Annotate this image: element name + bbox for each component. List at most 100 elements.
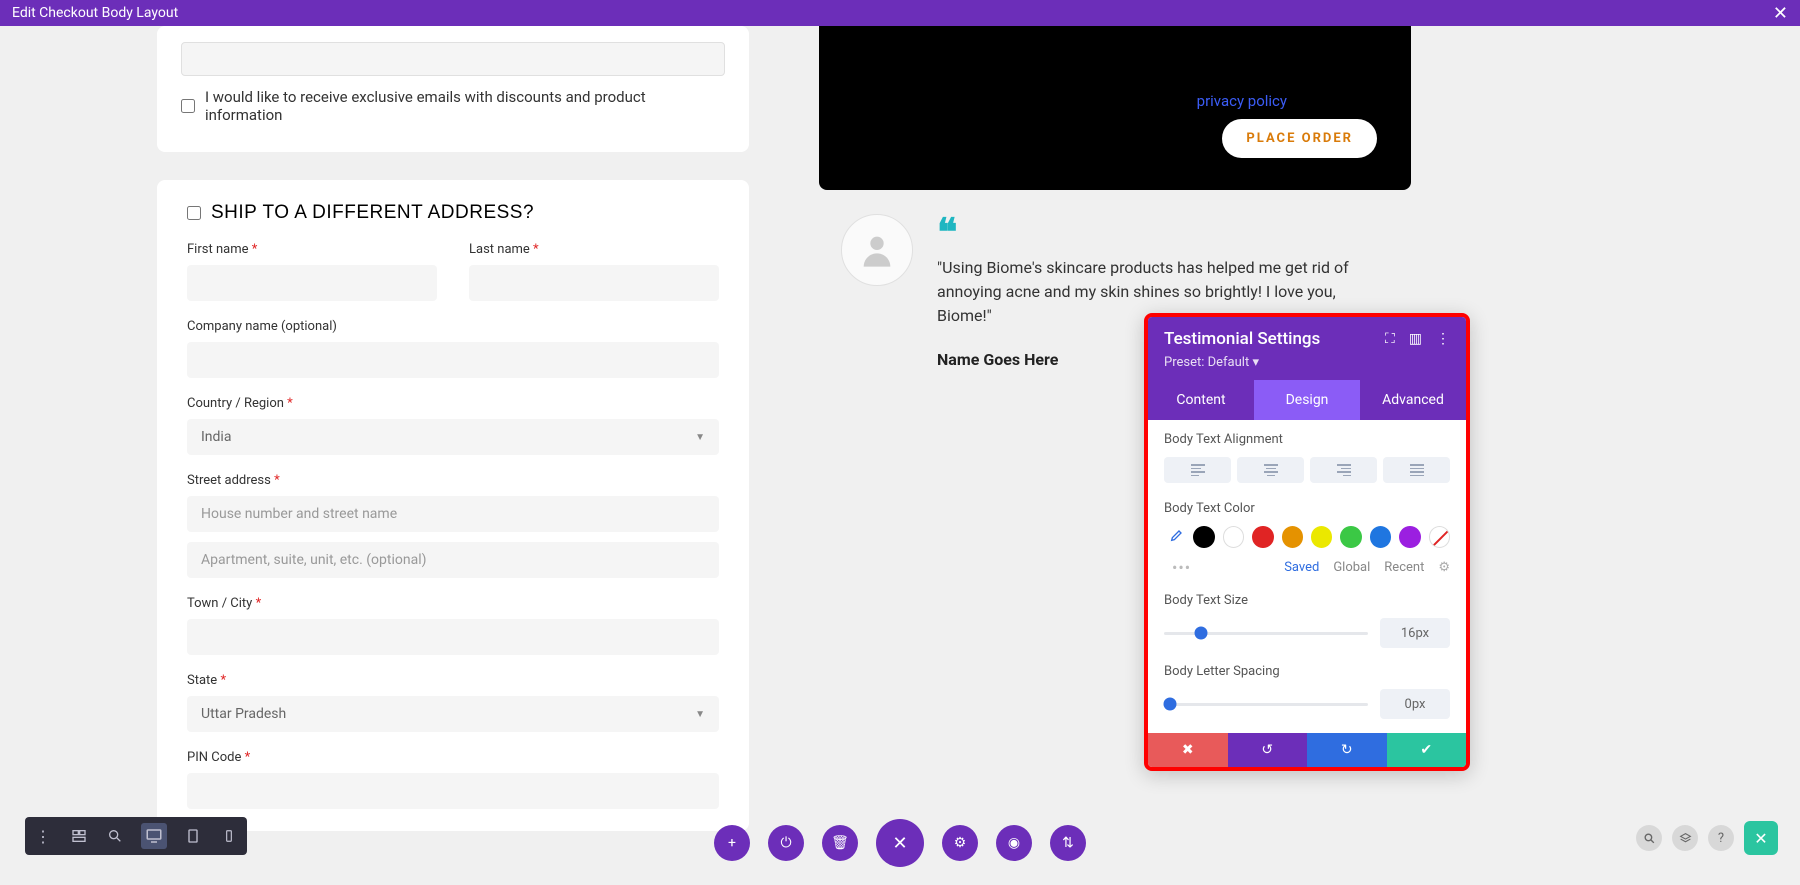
color-swatch-red[interactable] xyxy=(1252,526,1273,548)
layers-icon[interactable] xyxy=(1672,825,1698,851)
pin-label: PIN Code * xyxy=(187,750,719,765)
order-summary-box: privacy policy PLACE ORDER xyxy=(819,26,1411,190)
tab-advanced[interactable]: Advanced xyxy=(1360,380,1466,420)
country-label: Country / Region * xyxy=(187,396,719,411)
chevron-down-icon: ▼ xyxy=(695,432,705,443)
ship-different-checkbox[interactable] xyxy=(187,206,201,220)
tab-content[interactable]: Content xyxy=(1148,380,1254,420)
text-size-slider[interactable] xyxy=(1164,632,1368,635)
text-size-value[interactable]: 16px xyxy=(1380,618,1450,648)
opt-in-checkbox[interactable] xyxy=(181,99,195,113)
chevron-down-icon: ▼ xyxy=(695,709,705,720)
undo-button[interactable]: ↺ xyxy=(1228,733,1308,767)
street-input-1[interactable] xyxy=(187,496,719,532)
letter-spacing-slider[interactable] xyxy=(1164,703,1368,706)
color-tab-recent[interactable]: Recent xyxy=(1384,560,1424,575)
quote-icon: ❝ xyxy=(937,214,1389,252)
size-label: Body Text Size xyxy=(1164,593,1450,608)
country-value: India xyxy=(201,429,231,445)
kebab-icon[interactable]: ⋮ xyxy=(1436,331,1450,347)
add-button[interactable]: + xyxy=(714,825,750,861)
opt-in-row[interactable]: I would like to receive exclusive emails… xyxy=(181,88,725,124)
color-swatch-white[interactable] xyxy=(1223,526,1244,548)
redo-button[interactable]: ↻ xyxy=(1307,733,1387,767)
ship-heading-row[interactable]: Ship to a different address? xyxy=(187,202,719,224)
person-icon xyxy=(857,230,897,270)
eyedropper-icon[interactable] xyxy=(1164,526,1185,548)
color-tab-saved[interactable]: Saved xyxy=(1284,560,1319,575)
color-swatch-none[interactable] xyxy=(1429,526,1450,548)
letter-spacing-value[interactable]: 0px xyxy=(1380,689,1450,719)
town-label: Town / City * xyxy=(187,596,719,611)
help-icon[interactable]: ? xyxy=(1708,825,1734,851)
color-label: Body Text Color xyxy=(1164,501,1450,516)
checkout-left-column: I would like to receive exclusive emails… xyxy=(157,26,749,859)
action-toolbar: + ⏻ 🗑 ✕ ⚙ ◉ ⇅ xyxy=(714,819,1086,867)
save-button[interactable]: ✔ xyxy=(1387,733,1467,767)
gear-button[interactable]: ⚙ xyxy=(942,825,978,861)
town-input[interactable] xyxy=(187,619,719,655)
alignment-label: Body Text Alignment xyxy=(1164,432,1450,447)
canvas: I would like to receive exclusive emails… xyxy=(0,26,1800,885)
help-toolbar: ? ✕ xyxy=(1636,821,1778,855)
chevron-down-icon: ▾ xyxy=(1252,355,1259,370)
email-input[interactable] xyxy=(181,42,725,76)
tablet-view-icon[interactable] xyxy=(183,826,203,846)
top-bar: Edit Checkout Body Layout ✕ xyxy=(0,0,1800,26)
close-icon[interactable]: ✕ xyxy=(1773,3,1788,24)
align-right-button[interactable] xyxy=(1310,457,1377,483)
color-swatch-orange[interactable] xyxy=(1282,526,1303,548)
color-swatch-purple[interactable] xyxy=(1399,526,1420,548)
columns-icon[interactable]: ▥ xyxy=(1409,331,1422,347)
street-input-2[interactable] xyxy=(187,542,719,578)
company-input[interactable] xyxy=(187,342,719,378)
search-icon[interactable] xyxy=(1636,825,1662,851)
exit-button[interactable]: ✕ xyxy=(1744,821,1778,855)
mobile-view-icon[interactable] xyxy=(219,826,239,846)
state-label: State * xyxy=(187,673,719,688)
trash-button[interactable]: 🗑 xyxy=(822,825,858,861)
spacing-label: Body Letter Spacing xyxy=(1164,664,1450,679)
color-tab-global[interactable]: Global xyxy=(1333,560,1370,575)
pin-input[interactable] xyxy=(187,773,719,809)
history-button[interactable]: ◉ xyxy=(996,825,1032,861)
street-label: Street address * xyxy=(187,473,719,488)
ship-heading: Ship to a different address? xyxy=(211,202,534,224)
color-swatch-black[interactable] xyxy=(1193,526,1214,548)
more-icon[interactable]: ••• xyxy=(1172,558,1191,577)
company-label: Company name (optional) xyxy=(187,319,719,334)
expand-icon[interactable]: ⛶ xyxy=(1385,331,1395,347)
wireframe-icon[interactable] xyxy=(69,826,89,846)
view-toolbar: ⋮ xyxy=(25,817,247,855)
color-swatch-green[interactable] xyxy=(1340,526,1361,548)
shipping-card: Ship to a different address? First name … xyxy=(157,180,749,831)
place-order-button[interactable]: PLACE ORDER xyxy=(1222,119,1377,158)
avatar xyxy=(841,214,913,286)
tab-design[interactable]: Design xyxy=(1254,380,1360,420)
align-left-button[interactable] xyxy=(1164,457,1231,483)
country-select[interactable]: India ▼ xyxy=(187,419,719,455)
first-name-input[interactable] xyxy=(187,265,437,301)
state-select[interactable]: Uttar Pradesh ▼ xyxy=(187,696,719,732)
align-justify-button[interactable] xyxy=(1383,457,1450,483)
cancel-button[interactable]: ✖ xyxy=(1148,733,1228,767)
align-center-button[interactable] xyxy=(1237,457,1304,483)
close-builder-button[interactable]: ✕ xyxy=(876,819,924,867)
page-title: Edit Checkout Body Layout xyxy=(12,5,178,21)
last-name-label: Last name * xyxy=(469,242,719,257)
color-swatch-yellow[interactable] xyxy=(1311,526,1332,548)
first-name-label: First name * xyxy=(187,242,437,257)
swap-button[interactable]: ⇅ xyxy=(1050,825,1086,861)
power-button[interactable]: ⏻ xyxy=(768,825,804,861)
kebab-icon[interactable]: ⋮ xyxy=(33,826,53,846)
color-swatch-blue[interactable] xyxy=(1370,526,1391,548)
opt-in-label: I would like to receive exclusive emails… xyxy=(205,88,725,124)
panel-title: Testimonial Settings xyxy=(1164,329,1320,349)
last-name-input[interactable] xyxy=(469,265,719,301)
gear-icon[interactable]: ⚙ xyxy=(1438,560,1450,575)
desktop-view-icon[interactable] xyxy=(141,823,167,849)
preset-dropdown[interactable]: Preset: Default ▾ xyxy=(1164,355,1450,370)
privacy-link[interactable]: privacy policy xyxy=(1197,92,1287,110)
settings-panel: Testimonial Settings ⛶ ▥ ⋮ Preset: Defau… xyxy=(1144,313,1470,771)
zoom-icon[interactable] xyxy=(105,826,125,846)
